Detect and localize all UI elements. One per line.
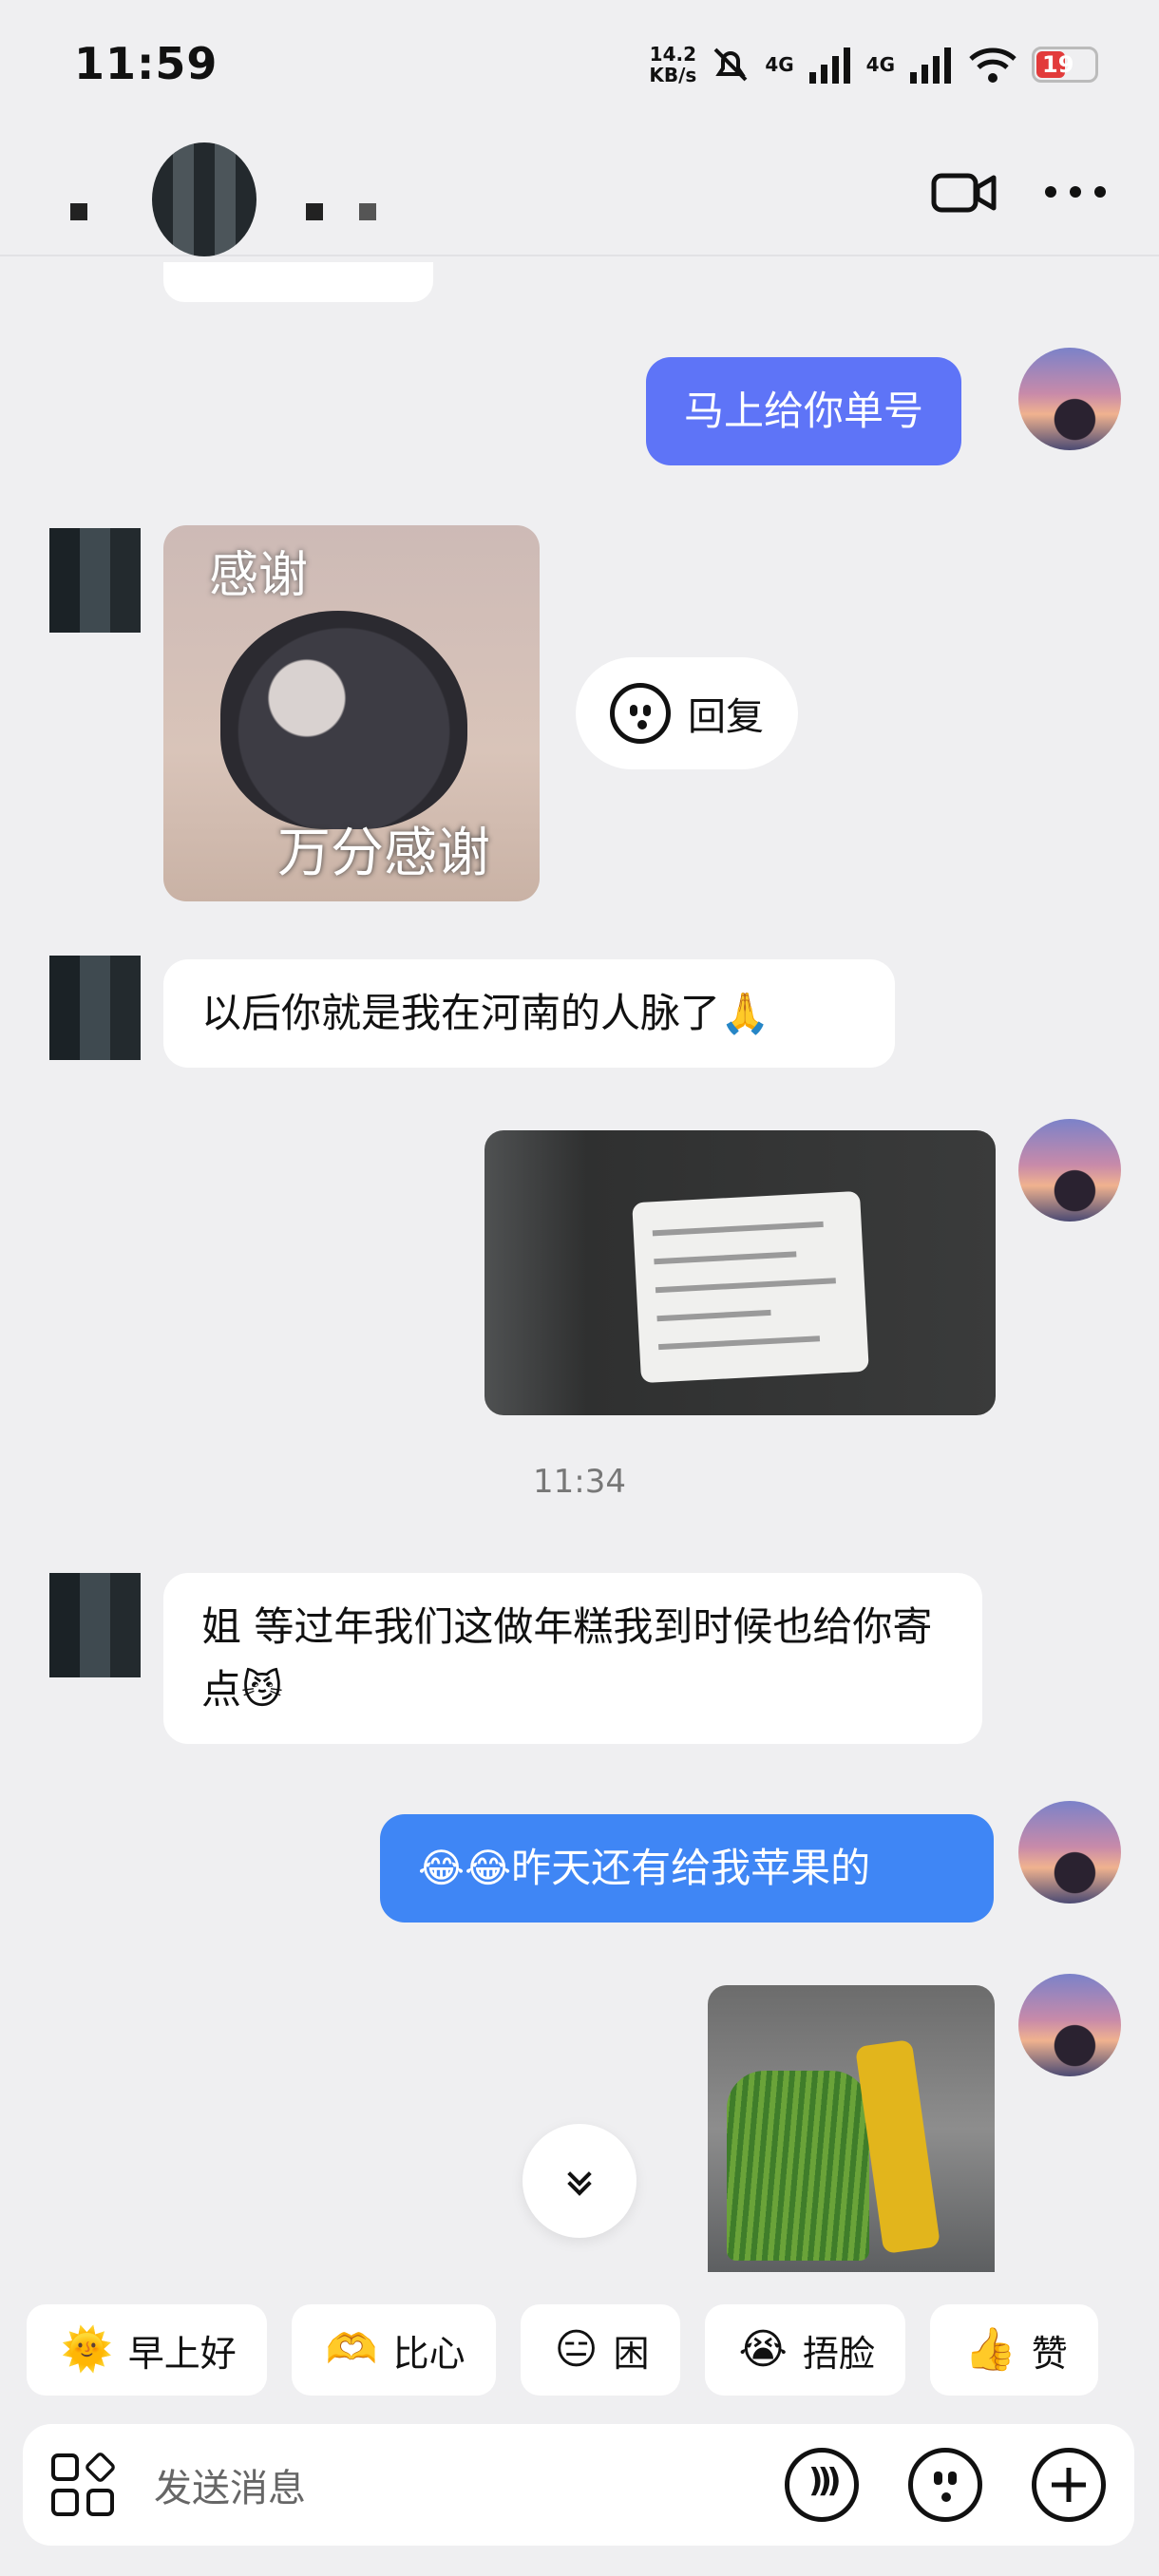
quick-reply-label: 早上好	[127, 2332, 237, 2375]
sticker-caption-bottom: 万分感谢	[277, 823, 490, 884]
penguin-sticker[interactable]: 感谢 万分感谢	[163, 525, 540, 901]
signal-2-label: 4G	[865, 53, 895, 76]
signal-bars-icon	[910, 47, 951, 84]
my-avatar[interactable]	[1018, 1974, 1121, 2076]
emoji-icon[interactable]	[908, 2448, 982, 2522]
apps-grid-icon[interactable]	[51, 2451, 117, 2516]
contact-avatar[interactable]	[49, 956, 141, 1060]
shipping-label-photo[interactable]	[484, 1130, 996, 1415]
obscured-name-fragment	[306, 203, 323, 220]
quick-reply-bar: 🌞 早上好 🫶 比心 😑 困 😭 捂脸 👍 赞	[27, 2304, 1098, 2396]
plus-icon[interactable]	[1032, 2448, 1106, 2522]
previous-message-bubble	[163, 262, 433, 302]
sticker-caption-top: 感谢	[209, 547, 309, 604]
quick-reply-label: 比心	[392, 2332, 466, 2375]
chives-image	[727, 2071, 869, 2261]
video-call-icon[interactable]	[931, 166, 998, 219]
status-icons: 14.2 KB/s 4G 4G 19	[649, 38, 1098, 91]
my-avatar[interactable]	[1018, 1119, 1121, 1222]
quick-reply-heart-hands[interactable]: 🫶 比心	[291, 2304, 496, 2396]
my-avatar[interactable]	[1018, 1801, 1121, 1904]
network-speed: 14.2 KB/s	[649, 43, 697, 86]
quick-reply-label: 捂脸	[802, 2332, 875, 2375]
message-bubble-sent[interactable]: 😂😂昨天还有给我苹果的	[380, 1814, 994, 1923]
message-bubble-received[interactable]: 姐 等过年我们这做年糕我到时候也给你寄点😼	[163, 1573, 982, 1744]
crying-emoji-icon: 😭	[738, 2325, 788, 2374]
vegetable-photo[interactable]	[708, 1985, 995, 2272]
shipping-label	[632, 1190, 869, 1384]
quick-reply-label: 赞	[1031, 2332, 1068, 2375]
obscured-name-fragment	[70, 203, 87, 220]
reply-button[interactable]: 回复	[576, 657, 798, 769]
battery-icon: 19	[1032, 47, 1098, 83]
quick-reply-like[interactable]: 👍 赞	[929, 2304, 1098, 2396]
sun-emoji-icon: 🌞	[61, 2325, 113, 2374]
quick-reply-good-morning[interactable]: 🌞 早上好	[27, 2304, 267, 2396]
message-input-bar: 发送消息	[23, 2424, 1134, 2546]
message-bubble-sent[interactable]: 马上给你单号	[646, 357, 962, 465]
signal-1-label: 4G	[765, 53, 794, 76]
heart-hands-emoji-icon: 🫶	[325, 2325, 378, 2374]
my-avatar[interactable]	[1018, 348, 1121, 450]
contact-avatar[interactable]	[49, 528, 141, 633]
obscured-name-fragment	[359, 203, 376, 220]
message-input[interactable]: 发送消息	[154, 2457, 785, 2512]
quick-reply-label: 困	[613, 2332, 650, 2375]
more-options-icon[interactable]	[1045, 186, 1106, 199]
signal-bars-icon	[808, 47, 850, 84]
message-timestamp: 11:34	[533, 1463, 626, 1501]
reply-label: 回复	[688, 695, 764, 739]
scroll-to-bottom-button[interactable]	[522, 2124, 636, 2238]
status-time: 11:59	[74, 38, 218, 89]
mute-bell-icon	[713, 47, 748, 82]
contact-avatar[interactable]	[152, 142, 256, 256]
thumbs-up-emoji-icon: 👍	[963, 2325, 1016, 2374]
smiley-icon	[610, 683, 671, 744]
voice-icon[interactable]	[785, 2448, 859, 2522]
contact-avatar[interactable]	[49, 1573, 141, 1677]
penguin-image	[220, 611, 467, 829]
quick-reply-sleepy[interactable]: 😑 困	[520, 2304, 680, 2396]
message-bubble-received[interactable]: 以后你就是我在河南的人脉了🙏	[163, 959, 895, 1068]
quick-reply-facepalm[interactable]: 😭 捂脸	[704, 2304, 905, 2396]
sleepy-emoji-icon: 😑	[554, 2325, 598, 2374]
wifi-icon	[969, 47, 1016, 83]
